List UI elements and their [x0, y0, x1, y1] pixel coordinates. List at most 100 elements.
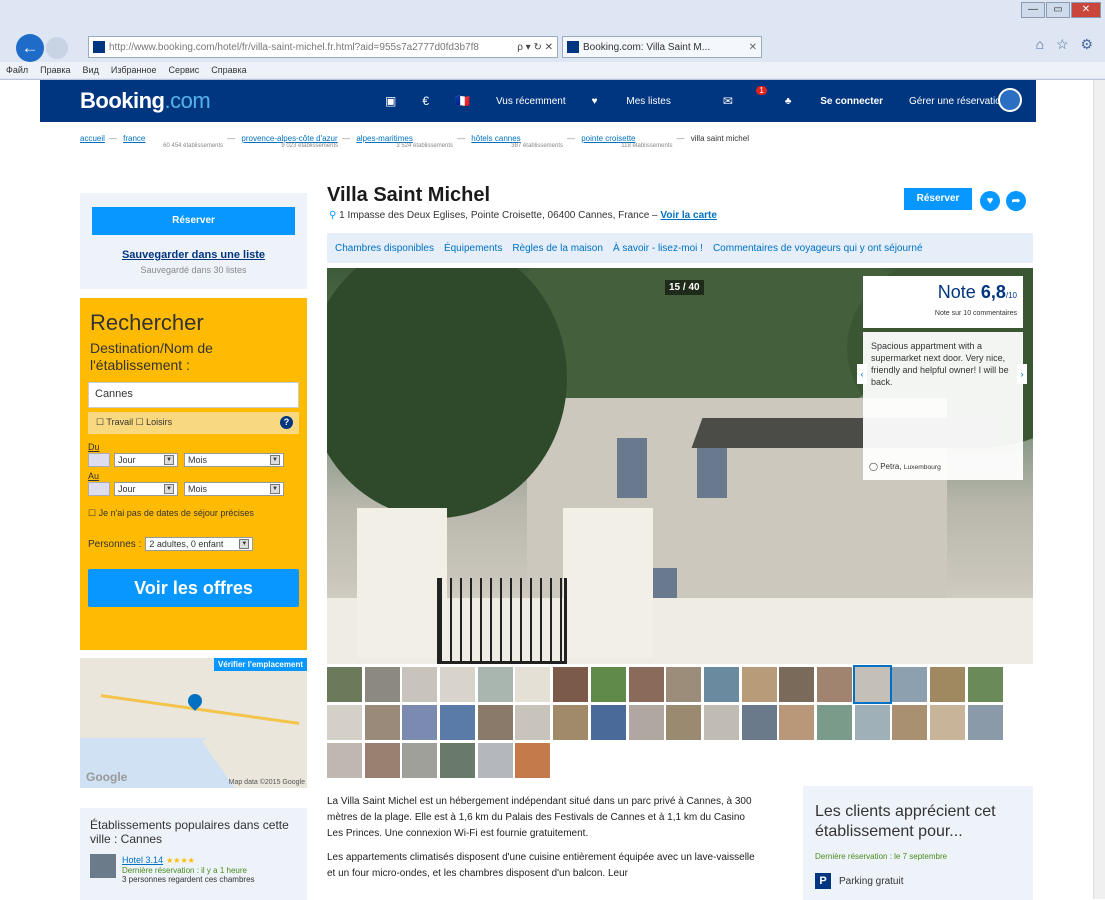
checkout-day-select[interactable]: Jour ▼: [114, 482, 178, 496]
hotel-thumbnail[interactable]: [90, 854, 116, 878]
photo-thumbnail[interactable]: [703, 705, 739, 740]
photo-thumbnail[interactable]: [892, 667, 928, 702]
checkin-month-select[interactable]: Mois ▼: [184, 453, 284, 467]
photo-thumbnail[interactable]: [741, 705, 777, 740]
book-icon[interactable]: ▣: [385, 94, 396, 108]
browser-tab[interactable]: Booking.com: Villa Saint M... ✕: [562, 36, 762, 58]
photo-thumbnail[interactable]: [515, 743, 551, 778]
photo-thumbnail[interactable]: [779, 705, 815, 740]
location-map[interactable]: Vérifier l'emplacement Google Map data ©…: [80, 658, 307, 788]
photo-thumbnail[interactable]: [402, 705, 438, 740]
breadcrumb-item[interactable]: provence-alpes-côte d'azur 9 023 établiss…: [241, 134, 338, 149]
menu-view[interactable]: Вид: [83, 65, 99, 75]
next-review-button[interactable]: ›: [1017, 364, 1027, 384]
back-button[interactable]: ←: [16, 34, 44, 62]
tab-fine-print[interactable]: À savoir - lisez-moi !: [613, 243, 703, 254]
menu-edit[interactable]: Правка: [40, 65, 70, 75]
photo-thumbnail[interactable]: [477, 743, 513, 778]
manage-booking-link[interactable]: Gérer une réservation: [909, 96, 1006, 107]
my-lists-link[interactable]: ♥ Mes listes: [592, 96, 697, 107]
photo-thumbnail[interactable]: [364, 743, 400, 778]
photo-thumbnail[interactable]: [590, 705, 626, 740]
hotel-link[interactable]: Hotel 3.14: [122, 855, 163, 865]
currency-euro[interactable]: €: [422, 94, 429, 108]
photo-thumbnail[interactable]: [327, 743, 362, 778]
checkout-month-select[interactable]: Mois ▼: [184, 482, 284, 496]
menu-tools[interactable]: Сервис: [168, 65, 199, 75]
photo-thumbnail[interactable]: [816, 705, 852, 740]
show-map-link[interactable]: Voir la carte: [660, 210, 717, 221]
minimize-button[interactable]: —: [1021, 2, 1045, 18]
main-photo[interactable]: 15 / 40 Note 6,8/10 Note sur 10 commenta…: [327, 268, 1033, 664]
destination-input[interactable]: Cannes: [88, 382, 299, 408]
booking-logo[interactable]: Booking.com: [80, 88, 211, 114]
photo-thumbnail[interactable]: [327, 705, 362, 740]
tab-house-rules[interactable]: Règles de la maison: [512, 243, 603, 254]
photo-thumbnail[interactable]: [440, 743, 476, 778]
photo-thumbnail[interactable]: [741, 667, 777, 702]
photo-thumbnail[interactable]: [440, 667, 476, 702]
address-controls[interactable]: ρ ▾ ↻ ✕: [517, 42, 553, 53]
photo-thumbnail[interactable]: [477, 705, 513, 740]
save-to-list-link[interactable]: Sauvegarder dans une liste: [80, 249, 307, 261]
forward-button[interactable]: [46, 37, 68, 59]
breadcrumb-item[interactable]: accueil: [80, 134, 105, 143]
verify-location-button[interactable]: Vérifier l'emplacement: [213, 658, 307, 671]
breadcrumb-item[interactable]: alpes-maritimes 3 524 établissements: [356, 134, 453, 149]
menu-help[interactable]: Справка: [211, 65, 246, 75]
tab-reviews[interactable]: Commentaires de voyageurs qui y ont séjo…: [713, 243, 923, 254]
photo-thumbnail[interactable]: [930, 667, 965, 702]
scrollbar[interactable]: [1093, 80, 1105, 899]
see-offers-button[interactable]: Voir les offres: [88, 569, 299, 607]
inbox-button[interactable]: ✉ 1: [723, 86, 767, 108]
recently-viewed-link[interactable]: Vus récemment: [496, 96, 566, 107]
photo-thumbnail[interactable]: [553, 705, 589, 740]
photo-thumbnail[interactable]: [515, 667, 551, 702]
breadcrumb-item[interactable]: pointe croisette 118 établissements: [581, 134, 672, 149]
menu-favorites[interactable]: Избранное: [111, 65, 157, 75]
photo-thumbnail[interactable]: [402, 743, 438, 778]
calendar-icon[interactable]: [88, 482, 110, 496]
location-pin-icon[interactable]: [998, 88, 1022, 112]
tab-close-icon[interactable]: ✕: [749, 42, 757, 53]
photo-thumbnail[interactable]: [854, 705, 890, 740]
share-icon[interactable]: ➦: [1006, 191, 1026, 211]
photo-thumbnail[interactable]: [967, 667, 1003, 702]
menu-file[interactable]: Файл: [6, 65, 28, 75]
photo-thumbnail[interactable]: [779, 667, 815, 702]
photo-thumbnail[interactable]: [364, 705, 400, 740]
photo-thumbnail[interactable]: [440, 705, 476, 740]
flag-france-icon[interactable]: 🇫🇷: [455, 94, 470, 108]
heart-icon[interactable]: ♥: [980, 191, 1000, 211]
checkin-day-select[interactable]: Jour ▼: [114, 453, 178, 467]
close-window-button[interactable]: ✕: [1071, 2, 1101, 18]
tab-facilities[interactable]: Équipements: [444, 243, 502, 254]
url-text[interactable]: http://www.booking.com/hotel/fr/villa-sa…: [109, 42, 513, 53]
photo-thumbnail[interactable]: [816, 667, 852, 702]
work-checkbox[interactable]: ☐ Travail: [96, 417, 133, 427]
persons-select[interactable]: 2 adultes, 0 enfant ▼: [145, 537, 254, 551]
reserve-button[interactable]: Réserver: [904, 188, 972, 210]
home-star-gear-icons[interactable]: ⌂ ☆ ⚙: [1036, 36, 1097, 53]
photo-thumbnail[interactable]: [628, 667, 664, 702]
photo-thumbnail[interactable]: [553, 667, 589, 702]
maximize-button[interactable]: ▭: [1046, 2, 1070, 18]
help-icon[interactable]: ?: [280, 416, 293, 429]
tab-rooms[interactable]: Chambres disponibles: [335, 243, 434, 254]
leisure-checkbox[interactable]: ☐ Loisirs: [136, 417, 173, 427]
calendar-icon[interactable]: [88, 453, 110, 467]
photo-thumbnail[interactable]: [515, 705, 551, 740]
popular-item[interactable]: Hotel 3.14 ★★★★ Dernière réservation : i…: [90, 854, 297, 884]
photo-thumbnail[interactable]: [364, 667, 400, 702]
photo-thumbnail[interactable]: [666, 705, 702, 740]
photo-thumbnail[interactable]: [892, 705, 928, 740]
photo-thumbnail[interactable]: [477, 667, 513, 702]
breadcrumb-item[interactable]: hôtels cannes 387 établissements: [471, 134, 563, 149]
photo-thumbnail[interactable]: [930, 705, 965, 740]
photo-thumbnail[interactable]: [327, 667, 362, 702]
photo-thumbnail[interactable]: [967, 705, 1003, 740]
breadcrumb-item[interactable]: france 60 454 établissements: [123, 134, 223, 149]
photo-thumbnail[interactable]: [628, 705, 664, 740]
score-box[interactable]: Note 6,8/10 Note sur 10 commentaires: [863, 276, 1023, 328]
photo-thumbnail[interactable]: [852, 665, 892, 704]
